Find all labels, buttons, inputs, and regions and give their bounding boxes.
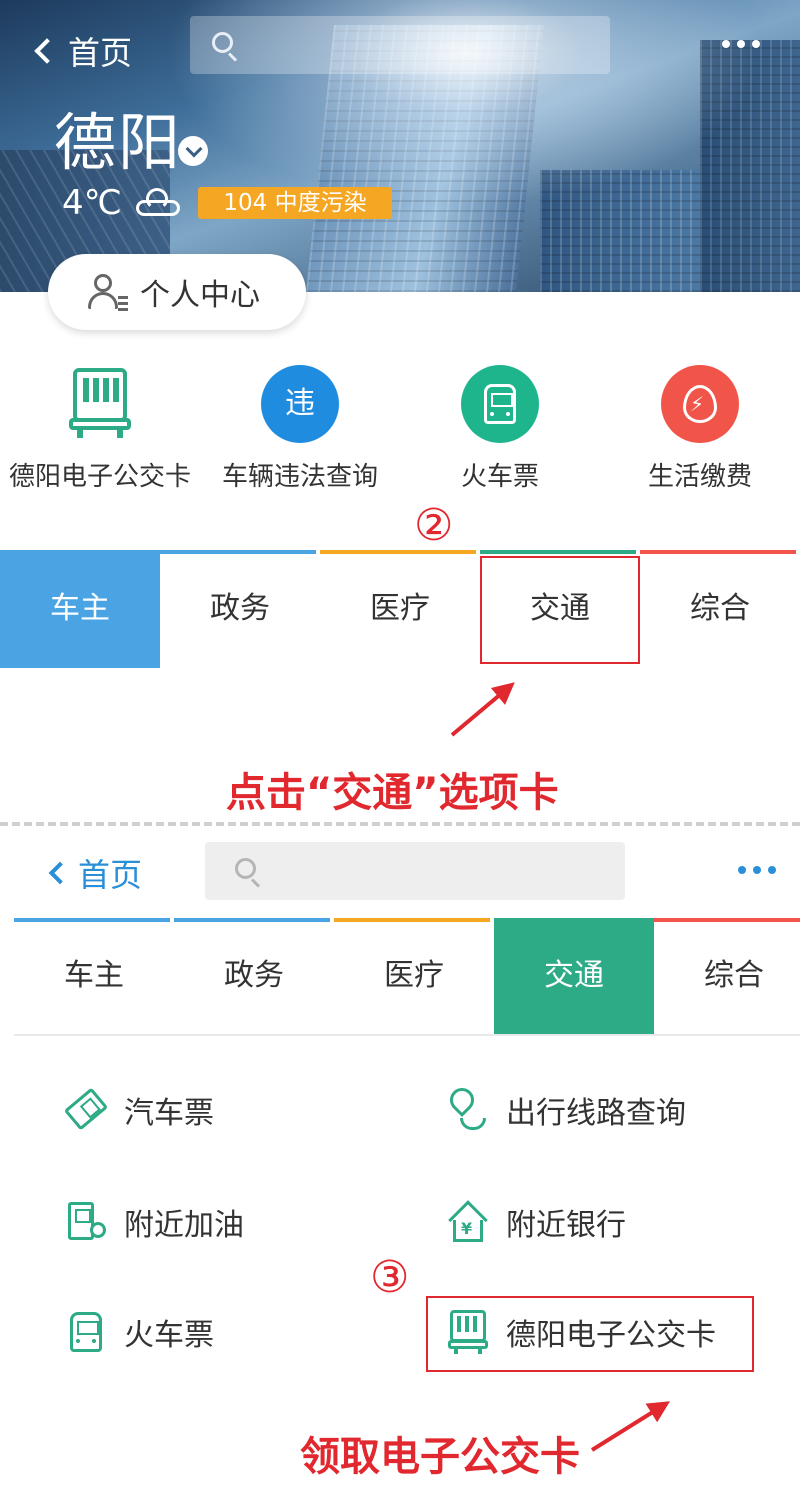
city-name[interactable]: 德阳 <box>54 112 182 174</box>
back-button[interactable]: 首页 <box>32 28 132 74</box>
quick-item-label: 德阳电子公交卡 <box>8 462 191 492</box>
aqi-badge: 104 中度污染 <box>198 187 392 219</box>
gas-station-icon <box>64 1200 108 1244</box>
tab-medical[interactable]: 医疗 <box>334 918 494 1034</box>
more-icon[interactable] <box>738 866 776 874</box>
service-route-search[interactable]: 出行线路查询 <box>445 1083 686 1132</box>
tab-government[interactable]: 政务 <box>174 918 334 1034</box>
chevron-down-icon[interactable] <box>178 136 208 166</box>
quick-item-bus-card[interactable]: 德阳电子公交卡 <box>0 360 200 492</box>
service-label: 汽车票 <box>124 1096 214 1131</box>
service-bus-ticket[interactable]: 汽车票 <box>63 1087 214 1132</box>
route-search-icon <box>445 1083 490 1132</box>
user-icon <box>88 272 128 312</box>
quick-item-train[interactable]: 火车票 <box>400 360 600 492</box>
bill-payment-icon <box>661 365 739 443</box>
violation-icon: 违 <box>261 365 339 443</box>
step-2-note: 点击“交通”选项卡 <box>226 770 559 816</box>
temperature: 4℃ <box>62 183 122 223</box>
service-label: 附近银行 <box>506 1208 626 1243</box>
step-3-note: 领取电子公交卡 <box>300 1434 580 1480</box>
tab-medical[interactable]: 医疗 <box>320 550 480 668</box>
city-banner: 首页 德阳 4℃ 104 中度污染 <box>0 0 800 292</box>
search-input[interactable] <box>190 16 610 74</box>
cloud-icon <box>134 188 182 218</box>
service-label: 附近加油 <box>124 1208 244 1243</box>
service-label: 火车票 <box>124 1318 214 1353</box>
step-2-marker: ② <box>414 500 454 551</box>
search-input[interactable] <box>205 842 625 900</box>
quick-item-label: 火车票 <box>460 462 539 492</box>
bus-card-icon <box>69 368 131 440</box>
train-icon <box>64 1310 108 1354</box>
bus-ticket-icon <box>63 1087 109 1132</box>
back-label: 首页 <box>68 34 133 72</box>
tab-government[interactable]: 政务 <box>160 550 320 668</box>
service-bank[interactable]: ¥ 附近银行 <box>446 1200 626 1244</box>
more-icon[interactable] <box>722 40 760 48</box>
search-icon <box>235 858 261 888</box>
train-icon <box>461 365 539 443</box>
quick-services: 德阳电子公交卡 违 车辆违法查询 火车票 生活缴费 <box>0 360 800 500</box>
tab-general[interactable]: 综合 <box>640 550 800 668</box>
service-gas-station[interactable]: 附近加油 <box>64 1200 244 1244</box>
back-label: 首页 <box>78 856 143 894</box>
tab-car-owner[interactable]: 车主 <box>14 918 174 1034</box>
service-train-ticket[interactable]: 火车票 <box>64 1310 214 1354</box>
quick-item-bill[interactable]: 生活缴费 <box>600 360 800 492</box>
tab-general[interactable]: 综合 <box>654 918 800 1034</box>
profile-center-button[interactable]: 个人中心 <box>48 254 306 330</box>
quick-item-violation[interactable]: 违 车辆违法查询 <box>200 360 400 492</box>
chevron-left-icon <box>48 861 72 885</box>
highlight-box <box>480 556 640 664</box>
tab-car-owner[interactable]: 车主 <box>0 550 160 668</box>
highlight-box <box>426 1296 754 1372</box>
profile-center-label: 个人中心 <box>140 278 260 313</box>
chevron-left-icon <box>34 38 60 64</box>
quick-item-label: 车辆违法查询 <box>221 462 378 492</box>
divider <box>0 822 800 826</box>
quick-item-label: 生活缴费 <box>647 462 752 492</box>
tab-transport[interactable]: 交通 <box>494 918 654 1034</box>
search-icon <box>212 32 238 62</box>
category-tabs: 车主 政务 医疗 交通 综合 <box>0 550 800 668</box>
category-tabs: 车主 政务 医疗 交通 综合 <box>14 918 800 1036</box>
back-button[interactable]: 首页 <box>46 850 142 896</box>
pointer-arrow <box>590 1401 668 1452</box>
service-label: 出行线路查询 <box>506 1096 686 1131</box>
step-3-marker: ③ <box>370 1252 410 1303</box>
pointer-arrow <box>450 683 514 737</box>
bank-icon: ¥ <box>446 1200 490 1244</box>
